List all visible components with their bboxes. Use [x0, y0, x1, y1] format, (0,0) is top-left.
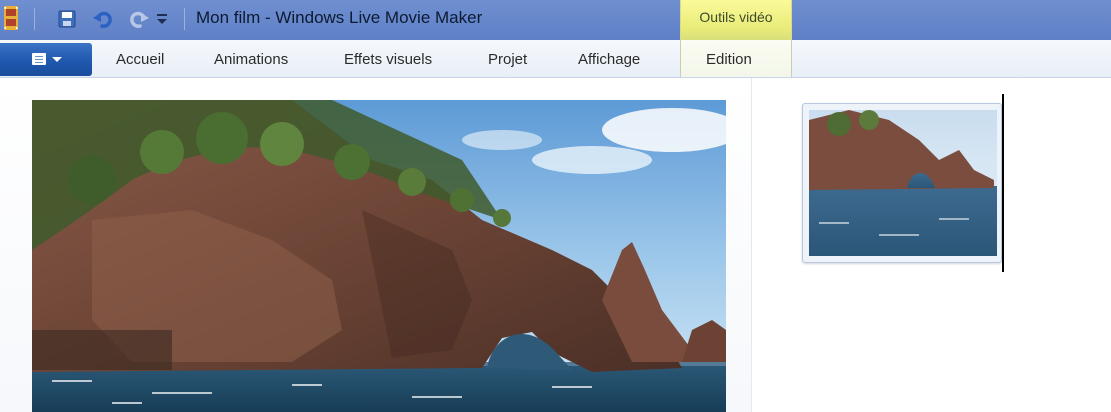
tab-affichage[interactable]: Affichage	[578, 51, 640, 68]
tab-animations[interactable]: Animations	[214, 51, 288, 68]
document-icon	[32, 53, 46, 65]
undo-icon[interactable]	[92, 8, 114, 30]
ribbon-tab-row: Accueil Animations Effets visuels Projet…	[0, 40, 1111, 78]
redo-icon[interactable]	[128, 8, 150, 30]
context-tab-group-label: Outils vidéo	[680, 0, 792, 40]
storyboard-panel	[753, 78, 1111, 412]
customize-dropdown-icon[interactable]	[155, 11, 169, 27]
tab-accueil[interactable]: Accueil	[116, 51, 164, 68]
tab-projet[interactable]: Projet	[488, 51, 527, 68]
tab-effets-visuels[interactable]: Effets visuels	[344, 51, 432, 68]
video-preview[interactable]	[32, 100, 726, 412]
chevron-down-icon	[52, 57, 62, 62]
separator	[34, 8, 35, 30]
save-icon[interactable]	[58, 10, 76, 28]
clip-thumbnail-image	[809, 110, 997, 256]
app-menu-button[interactable]	[0, 43, 92, 76]
context-tab-group-text: Outils vidéo	[699, 9, 773, 25]
app-icon[interactable]	[4, 6, 18, 30]
separator	[184, 8, 185, 30]
preview-frame-image	[32, 100, 726, 412]
playhead[interactable]	[1002, 94, 1004, 272]
tab-edition[interactable]: Edition	[706, 51, 752, 68]
preview-panel	[0, 78, 752, 412]
title-bar: Mon film - Windows Live Movie Maker Outi…	[0, 0, 1111, 40]
window-title: Mon film - Windows Live Movie Maker	[196, 8, 483, 27]
clip-thumbnail[interactable]	[802, 103, 1002, 263]
